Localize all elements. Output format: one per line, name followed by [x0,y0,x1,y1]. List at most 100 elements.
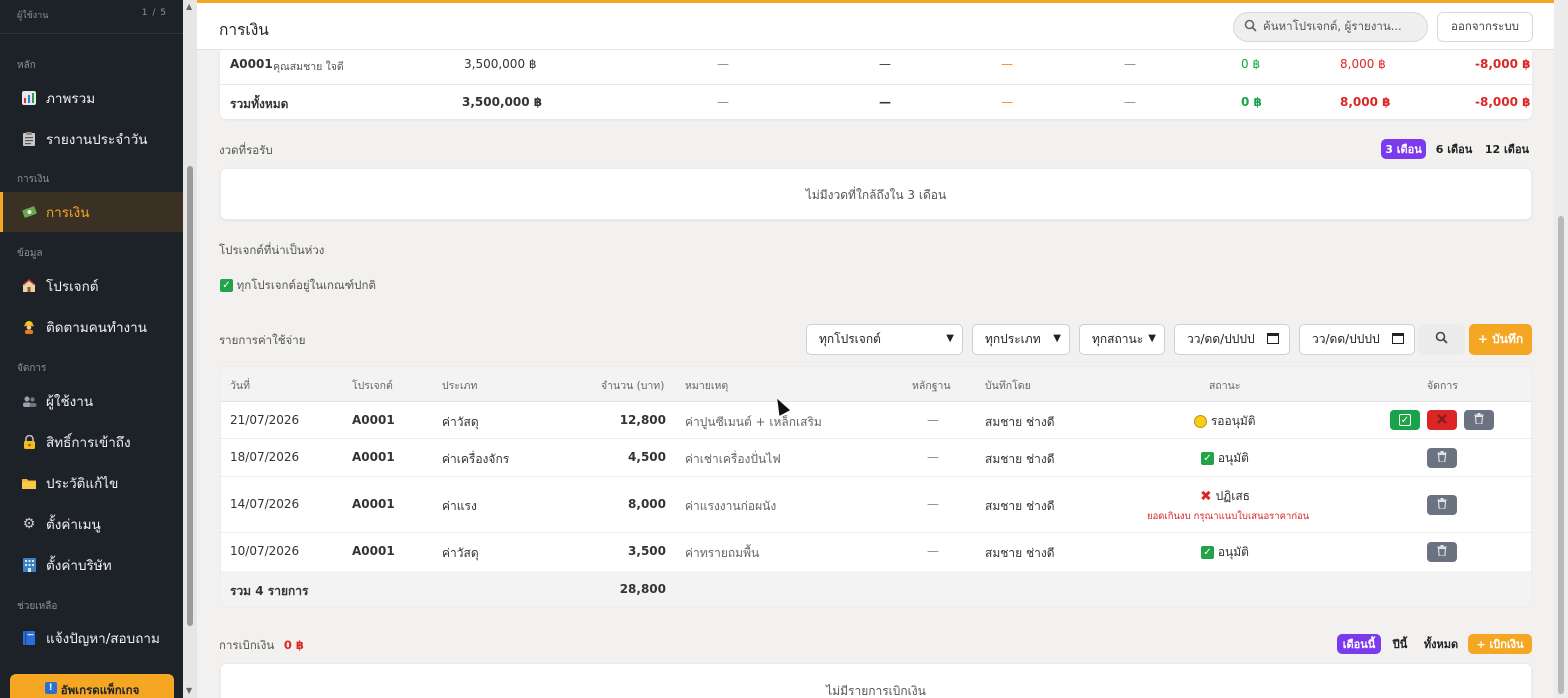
table-row[interactable]: 10/07/2026 A0001 ค่าวัสดุ 3,500 ค่าทรายถ… [221,533,1531,571]
cell-date: 21/07/2026 [230,413,300,427]
range-6-months[interactable]: 6 เดือน [1432,139,1476,159]
concern-status: ✓ ทุกโปรเจกต์อยู่ในเกณฑ์ปกติ [220,277,376,295]
date-from-input[interactable]: วว/ดด/ปปปป [1174,324,1290,355]
sidebar-item-overview[interactable]: ภาพรวม [0,78,183,118]
scrollbar-thumb[interactable] [1558,216,1564,694]
status-badge: ✖ ปฏิเสธ [1200,487,1250,506]
summary-col2: — [879,57,891,71]
sidebar-item-label: ภาพรวม [46,91,96,107]
calendar-icon[interactable] [1267,332,1279,347]
col-amount[interactable]: จำนวน (บาท) [601,377,664,394]
cell-note: ค่าแรงงานก่อผนัง [685,499,777,513]
sidebar-item-history[interactable]: ประวัติแก้ไข [0,463,183,503]
sidebar-item-label: ผู้ใช้งาน [46,394,94,410]
summary-col3: — [1001,57,1013,71]
money-icon [20,203,38,221]
section-data: ข้อมูล [17,248,43,259]
sidebar-item-projects[interactable]: โปรเจกต์ [0,266,183,306]
sidebar-item-label: โปรเจกต์ [46,279,99,295]
cell-evidence: — [927,450,939,464]
trash-icon [1437,545,1447,559]
summary-total-spent: 8,000 ฿ [1340,95,1391,109]
add-withdrawal-button[interactable]: + เบิกเงิน [1468,634,1532,654]
range-this-month[interactable]: เดือนนี้ [1337,634,1381,654]
col-recorded-by[interactable]: บันทึกโดย [985,377,1031,394]
delete-button[interactable] [1427,495,1457,515]
summary-spent: 8,000 ฿ [1340,57,1386,71]
add-expense-button[interactable]: + บันทึก [1469,324,1532,355]
sidebar-item-menu-settings[interactable]: ⚙ ตั้งค่าเมนู [0,504,183,544]
sidebar-item-report-issue[interactable]: แจ้งปัญหา/สอบถาม [0,618,183,658]
sidebar-item-finance[interactable]: การเงิน [0,192,183,232]
chevron-down-icon: ▼ [946,333,954,344]
scroll-down-icon[interactable]: ▼ [186,686,192,695]
approve-button[interactable]: ✓ [1390,410,1420,430]
logout-button[interactable]: ออกจากระบบ [1437,12,1533,42]
status-filter-select[interactable]: ทุกสถานะ ▼ [1079,324,1165,355]
range-3-months[interactable]: 3 เดือน [1381,139,1426,159]
trash-icon [1437,451,1447,465]
section-finance: การเงิน [17,174,50,185]
search-input[interactable]: ค้นหาโปรเจกต์, ผู้รายงาน... [1233,12,1428,42]
summary-budget: 3,500,000 ฿ [464,57,537,71]
col-evidence[interactable]: หลักฐาน [912,377,951,394]
summary-total-col4: — [1124,95,1136,109]
date-to-input[interactable]: วว/ดด/ปปปป [1299,324,1415,355]
scrollbar-thumb[interactable] [187,166,193,626]
user-count: 1 / 5 [141,8,167,18]
summary-code: A0001 [230,57,273,71]
range-this-year[interactable]: ปีนี้ [1386,634,1414,654]
footer-count: รวม 4 รายการ [230,584,309,598]
cell-type: ค่าวัสดุ [442,415,479,429]
table-row[interactable]: 14/07/2026 A0001 ค่าแรง 8,000 ค่าแรงงานก… [221,477,1531,533]
project-summary-table: A0001 คุณสมชาย ใจดี 3,500,000 ฿ — — — — … [220,50,1532,119]
col-project[interactable]: โปรเจกต์ [352,377,393,394]
col-status[interactable]: สถานะ [1209,377,1240,394]
col-date[interactable]: วันที่ [230,377,250,394]
summary-row: A0001 คุณสมชาย ใจดี 3,500,000 ฿ — — — — … [220,50,1532,84]
status-text: รออนุมัติ [1210,414,1256,428]
sidebar-scrollbar[interactable]: ▲ ▼ [183,0,197,698]
range-12-months[interactable]: 12 เดือน [1482,139,1532,159]
summary-balance: -8,000 ฿ [1475,57,1531,71]
section-manage: จัดการ [17,363,47,374]
range-all[interactable]: ทั้งหมด [1420,634,1462,654]
user-label: ผู้ใช้งาน [17,11,49,21]
delete-button[interactable] [1427,542,1457,562]
sidebar-item-label: ตั้งค่าเมนู [46,517,101,533]
type-filter-select[interactable]: ทุกประเภท ▼ [972,324,1070,355]
house-icon [20,277,38,295]
col-note[interactable]: หมายเหตุ [685,377,728,394]
project-filter-select[interactable]: ทุกโปรเจกต์ ▼ [806,324,963,355]
project-filter-value: ทุกโปรเจกต์ [819,332,881,346]
sidebar-item-users[interactable]: ผู้ใช้งาน [0,381,183,421]
cell-amount: 12,800 [619,413,666,427]
calendar-icon[interactable] [1392,332,1404,347]
sidebar-item-company-settings[interactable]: ตั้งค่าบริษัท [0,545,183,585]
table-row[interactable]: 18/07/2026 A0001 ค่าเครื่องจักร 4,500 ค่… [221,439,1531,477]
reject-button[interactable] [1427,410,1457,430]
page-scrollbar[interactable] [1554,0,1568,698]
search-icon [1244,19,1257,35]
summary-total-balance: -8,000 ฿ [1475,95,1531,109]
chart-icon [20,89,38,107]
status-badge: ✓ อนุมัติ [1201,543,1249,562]
scroll-up-icon[interactable]: ▲ [186,2,192,11]
sidebar-item-access[interactable]: สิทธิ์การเข้าถึง [0,422,183,462]
delete-button[interactable] [1427,448,1457,468]
sidebar-item-workers[interactable]: ติดตามคนทำงาน [0,307,183,347]
upgrade-button[interactable]: ! อัพเกรดแพ็กเกจ [10,674,174,698]
col-type[interactable]: ประเภท [442,377,477,394]
sidebar-item-label: รายงานประจำวัน [46,132,148,148]
lock-icon [20,433,38,451]
sidebar-item-daily-report[interactable]: รายงานประจำวัน [0,119,183,159]
search-button[interactable] [1418,324,1465,355]
user-count-bar: ผู้ใช้งาน 1 / 5 [0,0,183,34]
delete-button[interactable] [1464,410,1494,430]
cell-amount: 4,500 [628,450,666,464]
topbar: การเงิน ค้นหาโปรเจกต์, ผู้รายงาน... ออกจ… [197,0,1554,50]
upgrade-label: อัพเกรดแพ็กเกจ [60,683,140,697]
table-row[interactable]: 21/07/2026 A0001 ค่าวัสดุ 12,800 ค่าปูนซ… [221,402,1531,439]
summary-total-col1: — [717,95,729,109]
withdraw-heading: การเบิกเงิน 0 ฿ [219,637,304,655]
